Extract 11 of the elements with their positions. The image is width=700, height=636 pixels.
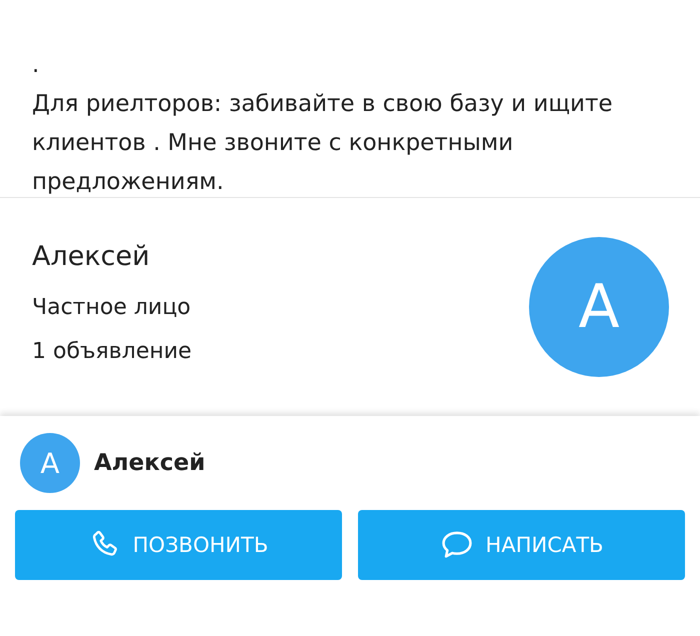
seller-name: Алексей bbox=[32, 240, 151, 274]
message-button[interactable]: НАПИСАТЬ bbox=[358, 510, 685, 580]
seller-avatar: А bbox=[20, 433, 80, 493]
seller-name: Алексей bbox=[94, 450, 206, 476]
description-text: Для риелторов: забивайте в свою базу и ищите клиентов . Мне звоните с конкретными предложениям. bbox=[32, 90, 614, 197]
seller-avatar: А bbox=[529, 237, 669, 377]
ads-count: 1 объявление bbox=[32, 338, 192, 366]
chat-bubble-icon bbox=[440, 530, 474, 560]
call-button[interactable]: ПОЗВОНИТЬ bbox=[15, 510, 342, 580]
seller-type: Частное лицо bbox=[32, 294, 192, 322]
description-text: . bbox=[32, 51, 40, 80]
